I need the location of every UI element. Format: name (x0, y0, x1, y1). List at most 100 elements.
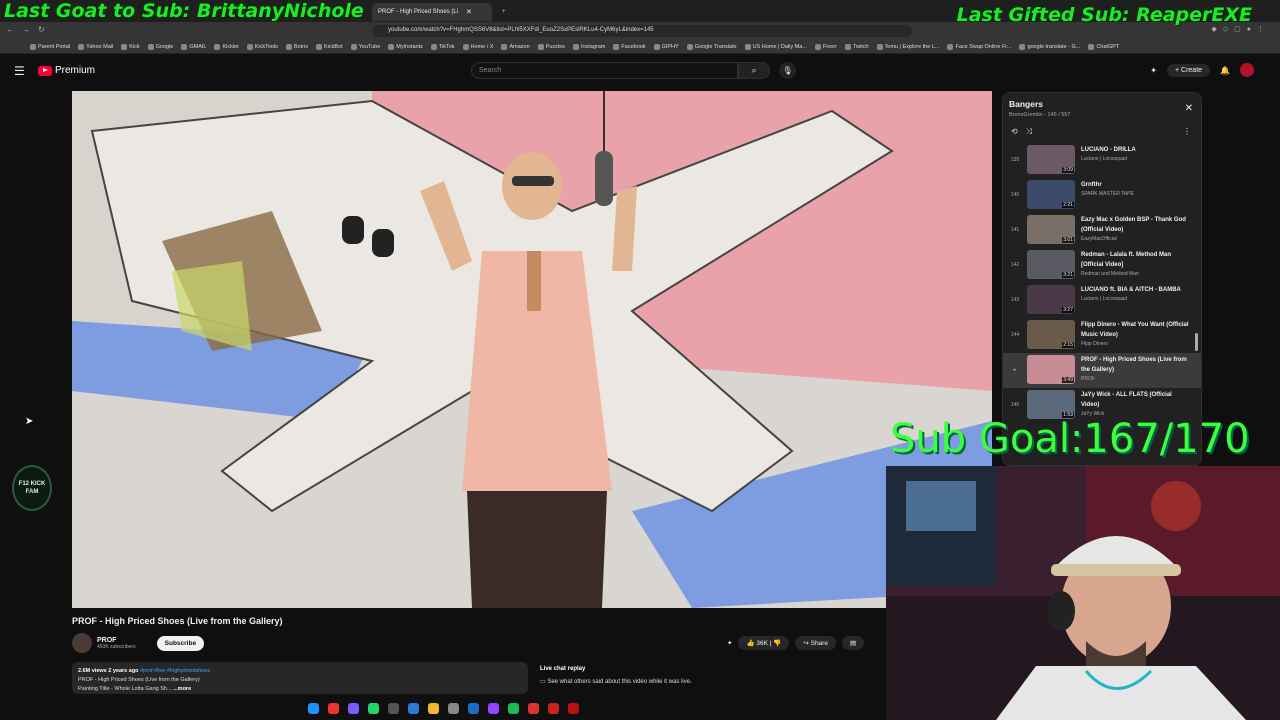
bookmark-item[interactable]: GIPHY (653, 43, 679, 50)
browser-icon[interactable] (327, 703, 339, 714)
description-box[interactable]: 2.6M views 2 years ago #prof #live #high… (72, 662, 528, 694)
voice-search-button[interactable]: 🎙 (779, 62, 796, 79)
whatsapp-icon[interactable] (367, 703, 379, 714)
bookmark-item[interactable]: Google Translate (686, 43, 737, 50)
more-options-icon[interactable]: ⋮ (1183, 127, 1191, 136)
tab-close-icon[interactable]: ✕ (466, 8, 472, 16)
bookmark-item[interactable]: Kicklet (214, 43, 239, 50)
playlist-item[interactable]: 140 2:21 Grnfthr SPARK MASTER TAPE (1003, 178, 1201, 213)
create-button[interactable]: + Create (1166, 63, 1211, 77)
bookmark-item[interactable]: YouTube (350, 43, 380, 50)
bookmark-item[interactable]: Puzzles (537, 43, 565, 50)
bookmark-item[interactable]: ChatGPT (1088, 43, 1119, 50)
playlist-index: 141 (1010, 227, 1020, 233)
video-thumbnail[interactable]: 2:21 (1027, 180, 1075, 209)
close-icon[interactable]: ✕ (1185, 103, 1193, 114)
bookmark-item[interactable]: MyInstants (388, 43, 423, 50)
video-thumbnail[interactable]: 3:21 (1027, 250, 1075, 279)
bookmark-item[interactable]: Face Swap Online Fr... (947, 43, 1011, 50)
video-thumbnail[interactable]: 3:01 (1027, 215, 1075, 244)
search-button[interactable]: ⌕ (738, 62, 770, 79)
app-icon[interactable] (567, 703, 579, 714)
windows-start-icon[interactable] (307, 703, 319, 714)
subscribe-button[interactable]: Subscribe (156, 635, 205, 651)
bookmark-item[interactable]: Facebook (613, 43, 646, 50)
like-button[interactable]: 👍 36K | 👎 (738, 636, 790, 650)
bookmark-item[interactable]: KickTools (246, 43, 278, 50)
video-player[interactable] (72, 91, 992, 608)
video-thumbnail[interactable]: 2:15 (1027, 320, 1075, 349)
playlist-index: 143 (1010, 297, 1020, 303)
video-thumbnail[interactable]: 3:09 (1027, 145, 1075, 174)
address-bar[interactable]: youtube.com/watch?v=FHghmQSS6V8&list=PLh… (372, 25, 912, 37)
folder-icon[interactable] (427, 703, 439, 714)
extension-icon[interactable]: ◇ (1223, 26, 1234, 33)
save-button[interactable]: ▤ (841, 636, 865, 650)
video-thumbnail[interactable]: 1:59 (1027, 390, 1075, 419)
sidebar-icon[interactable]: ▢ (1234, 26, 1247, 33)
playlist-item[interactable]: 141 3:01 Eazy Mac x Golden BSP - Thank God… (1003, 213, 1201, 248)
playlist-item-info: LUCIANO - DRILLA Luciano | Locosquad (1081, 145, 1191, 162)
steam-icon[interactable] (467, 703, 479, 714)
browser-tab-active[interactable]: PROF - High Priced Shoes (Li ✕ (372, 3, 492, 21)
bookmark-item[interactable]: KickBot (315, 43, 343, 50)
channel-avatar[interactable] (72, 633, 92, 653)
playlist-title[interactable]: Bangers (1009, 99, 1195, 109)
bookmark-item[interactable]: US Home | Daily Ma... (744, 43, 807, 50)
webcam-frame (886, 466, 1280, 720)
playlist-scrollbar[interactable] (1195, 333, 1198, 351)
bookmark-item[interactable]: Kick (121, 43, 140, 50)
app-icon[interactable] (547, 703, 559, 714)
forward-icon[interactable]: → (22, 25, 38, 34)
playlist-controls: ⟲⤨ (1011, 127, 1040, 137)
shuffle-icon[interactable]: ⤨ (1026, 127, 1040, 136)
playlist-item[interactable]: 144 2:15 Flipp Dinero - What You Want (Off… (1003, 318, 1201, 353)
bookmark-item[interactable]: GMAIL (181, 43, 206, 50)
hashtags[interactable]: #prof #live #highpricedshoes (140, 668, 210, 674)
notifications-bell-icon[interactable]: 🔔 (1220, 66, 1230, 75)
bookmark-item[interactable]: Google (147, 43, 173, 50)
back-icon[interactable]: ← (6, 25, 22, 34)
bookmark-item[interactable]: Instagram (572, 43, 605, 50)
settings-icon[interactable] (447, 703, 459, 714)
extension-icon[interactable]: ◆ (1211, 26, 1222, 33)
account-avatar[interactable] (1240, 63, 1254, 77)
loop-icon[interactable]: ⟲ (1011, 127, 1026, 136)
app-icon[interactable] (527, 703, 539, 714)
profile-icon[interactable]: ● (1247, 26, 1257, 33)
search-input[interactable]: Search (471, 62, 738, 79)
hamburger-menu-icon[interactable]: ☰ (14, 64, 25, 78)
bookmark-item[interactable]: TikTok (430, 43, 455, 50)
video-thumbnail[interactable]: 3:49 (1027, 355, 1075, 384)
store-icon[interactable] (407, 703, 419, 714)
bookmark-item[interactable]: google translate - G... (1019, 43, 1080, 50)
bookmark-item[interactable]: Twitch (844, 43, 869, 50)
app-icon[interactable] (347, 703, 359, 714)
cast-icon[interactable]: ✦ (1150, 66, 1157, 75)
channel-name[interactable]: PROF (97, 637, 136, 644)
twitch-icon[interactable] (487, 703, 499, 714)
playlist-item[interactable]: 139 3:09 LUCIANO - DRILLA Luciano | Locosqu… (1003, 143, 1201, 178)
playlist-item[interactable]: 142 3:21 Redman - Lalala ft. Method Man [O… (1003, 248, 1201, 283)
playlist-item[interactable]: ▸ 3:49 PROF - High Priced Shoes (Live from… (1003, 353, 1201, 388)
menu-icon[interactable]: ⋮ (1257, 26, 1270, 33)
bookmark-item[interactable]: Temu | Explore the L... (876, 43, 939, 50)
bookmark-item[interactable]: Amazon (501, 43, 530, 50)
dislike-icon[interactable]: 👎 (773, 640, 781, 647)
more-link[interactable]: ...more (173, 686, 191, 692)
bookmark-item[interactable]: Parent Portal (30, 43, 70, 50)
reload-icon[interactable]: ↻ (38, 25, 53, 34)
bookmark-item[interactable]: Botrix (285, 43, 308, 50)
playlist-item[interactable]: 143 3:27 LUCIANO ft. BIA & AITCH - BAMBA Lu… (1003, 283, 1201, 318)
share-button[interactable]: ↪ Share (795, 636, 836, 650)
app-icon[interactable] (387, 703, 399, 714)
new-tab-button[interactable]: + (496, 3, 510, 21)
ask-icon[interactable]: ✦ (727, 639, 732, 647)
bookmark-item[interactable]: Yahoo Mail (78, 43, 113, 50)
youtube-logo[interactable]: Premium (38, 65, 95, 76)
bookmark-item[interactable]: Fiverr (814, 43, 837, 50)
playlist-item-channel: SPARK MASTER TAPE (1081, 191, 1134, 197)
bookmark-item[interactable]: Home / X (462, 43, 493, 50)
spotify-icon[interactable] (507, 703, 519, 714)
video-thumbnail[interactable]: 3:27 (1027, 285, 1075, 314)
